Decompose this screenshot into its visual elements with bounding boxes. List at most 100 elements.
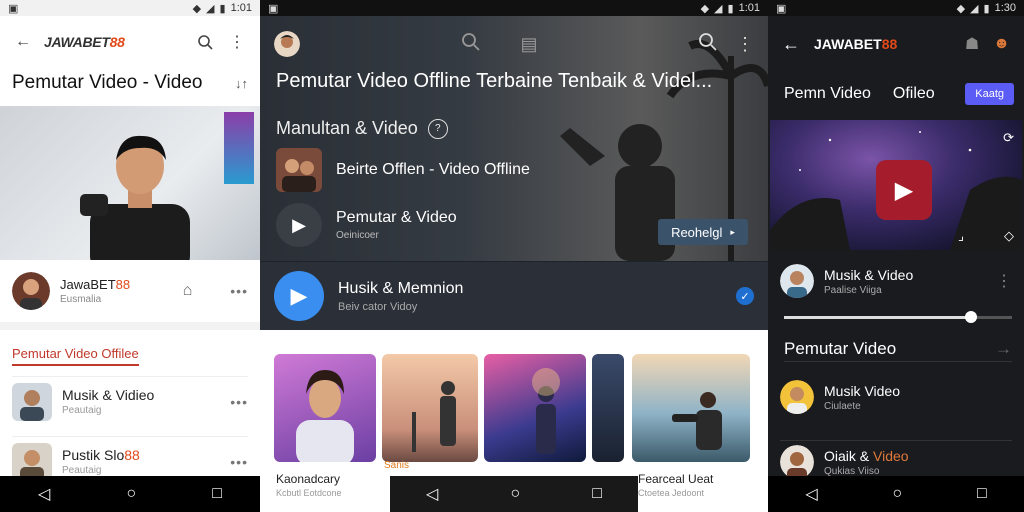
cast-icon[interactable]: ▤ [521,34,538,55]
play-icon[interactable]: ▶ [276,203,322,247]
nav-back-icon[interactable]: ◁ [805,484,817,504]
item-title: Musik & Video [824,266,914,283]
more-vert-icon[interactable]: ⋮ [736,34,754,55]
brand-logo: JAWABET88 [814,36,898,52]
rotate-icon[interactable]: ⟳ [1003,130,1014,146]
avatar [12,272,50,310]
arrow-right-icon: ▸ [730,226,735,237]
toolbar: ▤ ⋮ [274,22,754,66]
nav-recents-icon[interactable]: □ [212,485,222,503]
video-player[interactable]: ▶ ⟳ ⌟ ◇ [770,120,1022,250]
status-bar: ▣ ◆ ◢ ▮ 1:01 [0,0,260,16]
check-icon[interactable]: ✓ [736,287,754,305]
music-subtitle: Beiv cator Vidoy [338,300,418,313]
channel-row[interactable]: JawaBET88 Eusmalia ⌂ ••• [12,266,248,316]
nav-home-icon[interactable]: ○ [126,485,136,503]
video-player[interactable] [0,106,260,260]
wifi-icon: ◆ [700,2,710,15]
video-row[interactable]: ▶ Pemutar & Video Oeinicoer [276,203,457,247]
fullscreen-icon[interactable]: ⌟ [958,228,964,244]
signal-icon: ◢ [714,2,723,15]
nav-back-icon[interactable]: ◁ [38,484,50,504]
card-image [532,368,560,454]
system-nav-bar: ◁ ○ □ [768,476,1024,512]
search-icon[interactable] [194,31,216,53]
info-icon[interactable]: ? [427,118,448,139]
pip-icon[interactable]: ◇ [1004,228,1014,244]
slider-handle[interactable] [964,311,977,323]
wifi-icon: ◆ [192,2,202,15]
phone-screen-1: ▣ ◆ ◢ ▮ 1:01 ← JAWABET88 ⋮ Pemutar Video… [0,0,260,512]
search-icon[interactable] [461,32,481,57]
card-image [672,392,722,450]
nav-home-icon[interactable]: ○ [510,485,520,503]
back-arrow-icon[interactable]: ← [12,31,34,53]
video-card[interactable] [632,354,750,462]
tab-video[interactable]: Pemn Video [784,85,871,103]
video-card[interactable] [484,354,586,462]
video-row[interactable]: Beirte Offlen - Video Offline [276,148,530,192]
phone-screen-3: ▣ ◆ ◢ ▮ 1:30 ← JAWABET88 ☗ ☻ Pemn Video … [768,0,1024,512]
channel-subtitle: Eusmalia [60,294,102,305]
download-button[interactable]: Reohelgl ▸ [658,219,748,245]
nav-recents-icon[interactable]: □ [977,485,987,503]
page-title: Pemutar Video Offline Terbaine Tenbaik &… [276,70,713,92]
status-bar: ▣ ◆ ◢ ▮ 1:01 [260,0,768,16]
bookmark-icon[interactable]: ⌂ [183,282,193,300]
avatar[interactable] [274,31,300,57]
item-subtitle: Paalise Viiga [824,284,882,296]
nav-recents-icon[interactable]: □ [592,485,602,503]
video-card[interactable] [274,354,376,462]
play-button[interactable]: ▶ [876,160,932,220]
avatar [780,445,814,479]
item-title: Musik Video [824,382,901,399]
nav-back-icon[interactable]: ◁ [426,484,438,504]
music-row[interactable]: ▶ Husik & Memnion Beiv cator Vidoy ✓ [260,262,768,330]
more-horiz-icon[interactable]: ••• [230,454,248,470]
avatar[interactable]: ☻ [993,35,1010,53]
more-vert-icon[interactable]: ⋮ [226,31,248,53]
list-item[interactable]: Musik & Video Paalise Viiga ⋮ [780,264,1012,298]
item-subtitle: Peautaig [62,465,102,476]
ghost-icon[interactable]: ☗ [965,34,979,54]
item-subtitle: Ciulaete [824,400,861,412]
channel-name: JawaBET88 [60,277,131,292]
section-header[interactable]: Pemutar Video → [784,336,1012,362]
video-card[interactable] [382,354,478,462]
section-divider [0,322,260,330]
signal-icon: ◢ [970,2,979,15]
list-item[interactable]: Oiaik & Video Qukias Viiso [780,440,1012,479]
more-horiz-icon[interactable]: ••• [230,283,248,299]
tab-offline[interactable]: Ofileo [893,85,935,103]
card-image [412,381,456,452]
play-button[interactable]: ▶ [274,271,324,321]
item-subtitle: Peautaig [62,405,102,416]
card-subtitle: Kcbutl Eotdcone [276,488,342,498]
more-vert-icon[interactable]: ⋮ [996,271,1012,291]
tab-action-button[interactable]: Kaatg [965,83,1014,105]
video-card[interactable] [592,354,624,462]
battery-icon: ▮ [727,2,734,15]
card-title: Kaonadcary [276,472,341,486]
item-title: Musik & Vidieo [62,387,155,403]
page-title: Pemutar Video - Video [12,72,203,93]
sort-icon[interactable]: ↓↑ [235,76,248,91]
search-icon[interactable] [698,32,718,57]
section-subtitle: Manultan & Video [276,118,418,138]
list-item[interactable]: Musik Video Ciulaete [780,380,1012,414]
back-arrow-icon[interactable]: ← [782,34,800,55]
nav-home-icon[interactable]: ○ [892,485,902,503]
page-title-row: Pemutar Video - Video ↓↑ [12,68,248,98]
signal-icon: ◢ [206,2,215,15]
more-horiz-icon[interactable]: ••• [230,394,248,410]
wifi-icon: ◆ [956,2,966,15]
video-subtitle: Oeinicoer [336,230,379,241]
poster-thumbnail [224,112,254,184]
video-title: Beirte Offlen - Video Offline [336,161,530,178]
item-title: Oiaik & Video [824,447,909,464]
list-item[interactable]: Musik & Vidieo Peautaig ••• [12,376,248,426]
progress-slider[interactable] [784,311,1012,323]
card-title: Sanis [384,460,410,471]
slider-fill [784,316,971,319]
brand-logo: JAWABET88 [44,34,125,50]
